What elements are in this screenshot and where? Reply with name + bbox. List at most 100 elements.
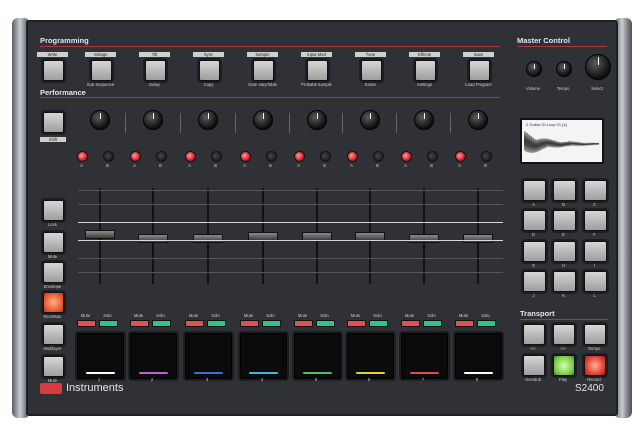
left-button-6[interactable]	[43, 356, 64, 377]
transport-button-1[interactable]	[523, 324, 545, 345]
left-button-3[interactable]	[43, 262, 64, 283]
select-knob[interactable]	[585, 54, 611, 80]
brand-logo	[40, 383, 62, 394]
solo-label: Solo	[211, 313, 220, 318]
mute-button-7[interactable]	[401, 320, 420, 327]
solo-button-5[interactable]	[316, 320, 335, 327]
mute-button-1[interactable]	[77, 320, 96, 327]
led-a-1	[77, 151, 88, 162]
left-button-4[interactable]	[43, 292, 64, 313]
channel-knob-1[interactable]	[90, 110, 110, 130]
solo-button-3[interactable]	[207, 320, 226, 327]
fader-8[interactable]	[463, 234, 493, 243]
grid-button-6[interactable]	[584, 210, 607, 231]
fader-1[interactable]	[85, 230, 115, 239]
section-master-control: Master Control	[517, 36, 570, 45]
solo-button-8[interactable]	[477, 320, 496, 327]
drum-pad-6[interactable]	[347, 333, 394, 379]
transport-button-5[interactable]	[553, 355, 575, 376]
led-a-5	[294, 151, 305, 162]
grid-button-11[interactable]	[553, 271, 576, 292]
grid-button-7[interactable]	[523, 241, 546, 262]
program-button-5[interactable]	[253, 60, 274, 81]
program-button-4[interactable]	[199, 60, 220, 81]
transport-button-4[interactable]	[523, 355, 545, 376]
solo-label: Solo	[266, 313, 275, 318]
tempo-knob[interactable]	[556, 61, 572, 77]
fader-2[interactable]	[138, 234, 168, 243]
grid-button-10[interactable]	[523, 271, 546, 292]
drum-pad-4[interactable]	[240, 333, 287, 379]
fader-7[interactable]	[409, 234, 439, 243]
left-button-5[interactable]	[43, 324, 64, 345]
grid-label: K	[562, 293, 565, 298]
program-button-8[interactable]	[415, 60, 436, 81]
grid-button-8[interactable]	[553, 241, 576, 262]
left-button-1[interactable]	[43, 200, 64, 221]
channel-knob-5[interactable]	[307, 110, 327, 130]
grid-button-5[interactable]	[553, 210, 576, 231]
channel-knob-7[interactable]	[414, 110, 434, 130]
program-button-3[interactable]	[145, 60, 166, 81]
drum-pad-7[interactable]	[401, 333, 448, 379]
solo-button-6[interactable]	[369, 320, 388, 327]
solo-button-2[interactable]	[152, 320, 171, 327]
mute-button-8[interactable]	[455, 320, 474, 327]
volume-knob[interactable]	[526, 61, 542, 77]
solo-label: Solo	[373, 313, 382, 318]
solo-button-1[interactable]	[99, 320, 118, 327]
solo-button-4[interactable]	[262, 320, 281, 327]
fader-3[interactable]	[193, 234, 223, 243]
channel-knob-6[interactable]	[360, 110, 380, 130]
drum-pad-8[interactable]	[455, 333, 502, 379]
program-label-bottom: Gate Vary/Slide	[247, 82, 278, 87]
shift-button[interactable]	[43, 112, 64, 133]
pad-color-strip	[139, 372, 168, 374]
mute-button-4[interactable]	[240, 320, 259, 327]
left-button-label: Mute	[47, 254, 58, 259]
program-button-2[interactable]	[91, 60, 112, 81]
transport-label: >>	[560, 346, 566, 351]
grid-button-1[interactable]	[523, 180, 546, 201]
left-button-2[interactable]	[43, 232, 64, 253]
transport-button-6[interactable]	[584, 355, 606, 376]
led-a-label: A	[458, 163, 461, 168]
tempo-label: Tempo	[556, 86, 570, 91]
grid-button-3[interactable]	[584, 180, 607, 201]
transport-label: Record	[587, 377, 601, 382]
program-button-1[interactable]	[43, 60, 64, 81]
left-button-label: Multilayer	[43, 346, 62, 351]
mute-button-5[interactable]	[294, 320, 313, 327]
led-a-4	[240, 151, 251, 162]
drum-pad-5[interactable]	[294, 333, 341, 379]
solo-button-7[interactable]	[423, 320, 442, 327]
program-button-9[interactable]	[469, 60, 490, 81]
channel-knob-3[interactable]	[198, 110, 218, 130]
program-button-7[interactable]	[361, 60, 382, 81]
transport-label: Play	[558, 377, 568, 382]
mute-button-3[interactable]	[185, 320, 204, 327]
grid-button-12[interactable]	[584, 271, 607, 292]
program-button-6[interactable]	[307, 60, 328, 81]
channel-knob-4[interactable]	[253, 110, 273, 130]
drum-pad-2[interactable]	[130, 333, 177, 379]
program-label-top: Effects	[409, 52, 440, 57]
left-button-label: Lock	[48, 222, 57, 227]
grid-button-4[interactable]	[523, 210, 546, 231]
led-b-7	[427, 151, 438, 162]
mute-label: Mute	[80, 313, 91, 318]
channel-knob-8[interactable]	[468, 110, 488, 130]
mute-button-6[interactable]	[347, 320, 366, 327]
channel-knob-2[interactable]	[143, 110, 163, 130]
drum-pad-3[interactable]	[185, 333, 232, 379]
strip-divider	[235, 113, 236, 133]
grid-button-9[interactable]	[584, 241, 607, 262]
drum-pad-1[interactable]	[77, 333, 124, 379]
fader-scale-line	[78, 222, 503, 223]
mute-button-2[interactable]	[130, 320, 149, 327]
transport-button-3[interactable]	[584, 324, 606, 345]
pad-color-strip	[464, 372, 493, 374]
transport-button-2[interactable]	[553, 324, 575, 345]
pad-number: 6	[367, 377, 371, 382]
grid-button-2[interactable]	[553, 180, 576, 201]
